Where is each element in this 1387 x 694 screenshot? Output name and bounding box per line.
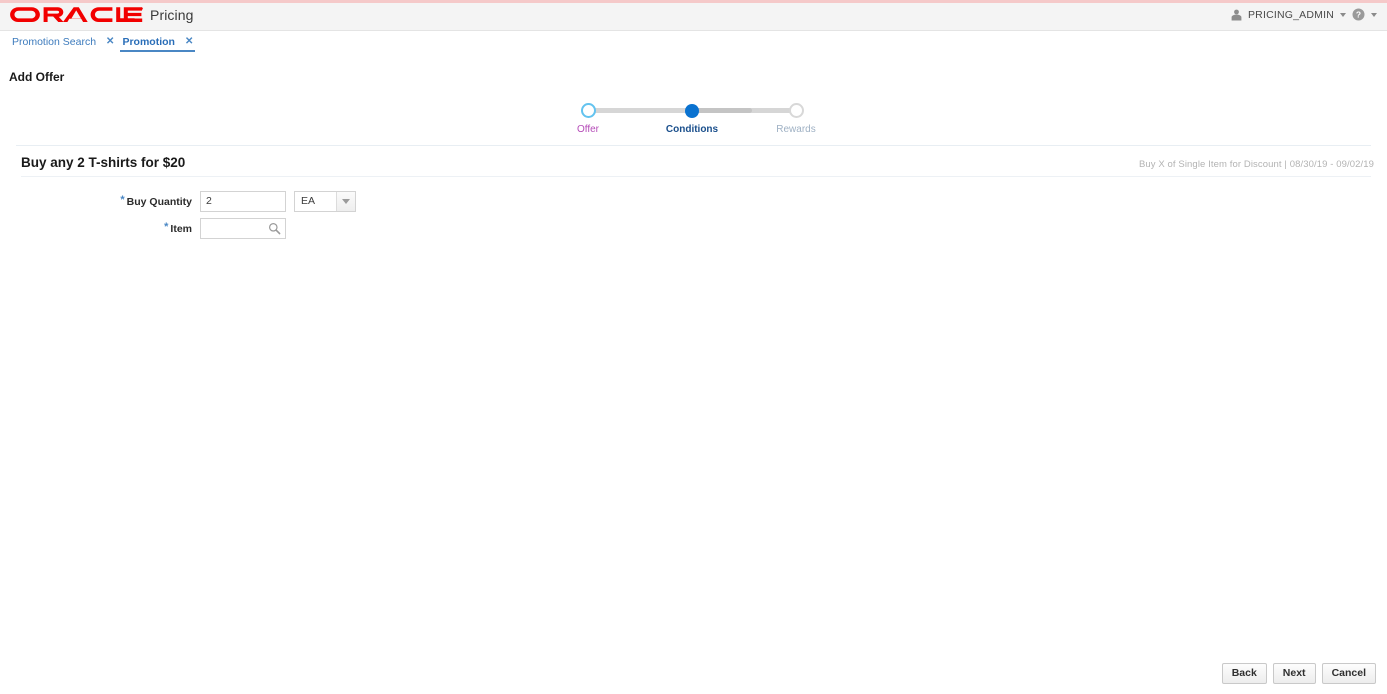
buy-quantity-label: * Buy Quantity xyxy=(0,194,200,208)
train-step-label: Rewards xyxy=(776,124,816,135)
magnifier-glyph xyxy=(269,222,281,234)
train-stops: Offer Conditions Rewards xyxy=(566,100,826,140)
user-avatar-icon xyxy=(1231,9,1242,20)
close-icon[interactable]: ✕ xyxy=(106,37,114,47)
train-step-label: Conditions xyxy=(665,124,719,135)
close-icon[interactable]: ✕ xyxy=(185,37,193,47)
oracle-logo xyxy=(10,7,143,22)
application-window: Pricing PRICING_ADMIN ? Promotion Search… xyxy=(0,0,1387,694)
train-divider xyxy=(16,145,1371,146)
help-question-icon[interactable]: ? xyxy=(1352,8,1365,21)
chevron-down-icon[interactable] xyxy=(336,191,355,211)
form-row-buy-quantity: *Buy Quantity EA xyxy=(0,190,1387,212)
conditions-form: *Buy Quantity EA *Item xyxy=(0,190,1387,244)
step-dot-current-icon xyxy=(685,104,699,118)
svg-text:?: ? xyxy=(1356,10,1361,20)
offer-meta-info: Buy X of Single Item for Discount | 08/3… xyxy=(1138,159,1374,170)
brand-area: Pricing xyxy=(9,6,194,24)
required-indicator-icon: * xyxy=(164,221,169,233)
label-text: Buy Quantity xyxy=(126,196,192,208)
step-dot-visited-icon xyxy=(580,103,596,118)
uom-select[interactable]: EA xyxy=(294,190,356,212)
form-row-item: * Item xyxy=(0,217,1387,239)
item-label: * Item xyxy=(0,221,200,235)
offer-header: Buy any 2 T-shirts for $20 Buy X of Sing… xyxy=(0,155,1387,177)
user-name-label: PRICING_ADMIN xyxy=(1247,8,1334,21)
header-right-controls: PRICING_ADMIN ? xyxy=(1231,8,1377,21)
uom-selected-value: EA xyxy=(301,194,316,207)
tab-promotion[interactable]: Promotion ✕ xyxy=(118,32,197,52)
tab-label: Promotion xyxy=(122,36,175,48)
train-step-conditions[interactable]: Conditions xyxy=(652,100,732,136)
train-stepper: Offer Conditions Rewards xyxy=(566,100,826,140)
offer-title: Buy any 2 T-shirts for $20 xyxy=(21,155,186,170)
tab-label: Promotion Search xyxy=(12,36,97,48)
cancel-button[interactable]: Cancel xyxy=(1321,663,1376,684)
train-step-label: Offer xyxy=(576,124,600,135)
chevron-down-icon[interactable] xyxy=(1340,12,1346,17)
item-input[interactable] xyxy=(201,218,264,238)
global-header: Pricing PRICING_ADMIN ? xyxy=(0,3,1387,31)
app-name-label: Pricing xyxy=(150,7,194,23)
buy-quantity-input[interactable] xyxy=(200,190,286,212)
offer-divider xyxy=(21,176,1371,177)
train-step-rewards[interactable]: Rewards xyxy=(756,100,836,136)
item-lov-field xyxy=(200,217,286,239)
tab-promotion-search[interactable]: Promotion Search ✕ xyxy=(8,32,118,52)
back-button[interactable]: Back xyxy=(1221,663,1267,684)
footer-actions: Back Next Cancel xyxy=(1221,663,1376,684)
page-title: Add Offer xyxy=(9,70,65,84)
help-chevron-down-icon[interactable] xyxy=(1371,12,1377,17)
magnifier-search-icon[interactable] xyxy=(264,219,285,238)
train-step-offer[interactable]: Offer xyxy=(548,100,628,136)
tab-strip: Promotion Search ✕ Promotion ✕ xyxy=(0,32,1387,53)
next-button[interactable]: Next xyxy=(1272,663,1316,684)
step-dot-disabled-icon xyxy=(788,103,804,118)
required-indicator-icon: * xyxy=(120,194,125,206)
label-text: Item xyxy=(170,223,192,235)
